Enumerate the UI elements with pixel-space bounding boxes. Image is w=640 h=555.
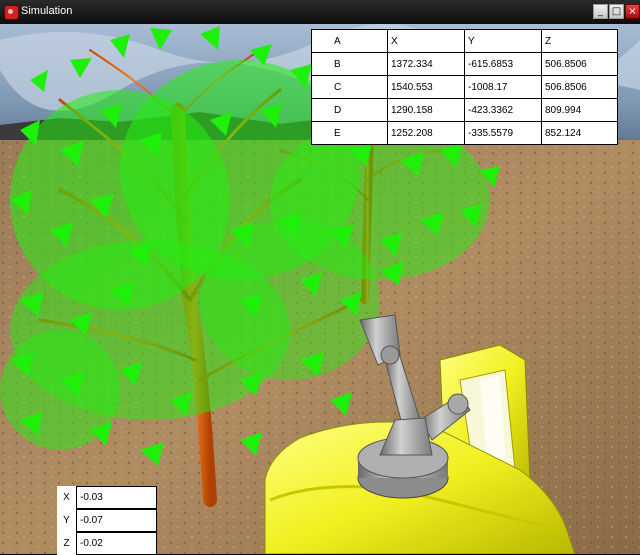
table-cell: -423.3362 (464, 98, 542, 122)
table-row: E 1252.208 -335.5579 852.124 (311, 121, 618, 145)
table-cell: 809.994 (541, 98, 618, 122)
table-row: B 1372.334 -615.6853 506.8506 (311, 52, 618, 76)
table-cell: 1252.208 (387, 121, 465, 145)
table-header-cell: Z (541, 29, 618, 53)
table-cell: 1372.334 (387, 52, 465, 76)
table-cell: 1290.158 (387, 98, 465, 122)
rotation-panel: X -0.03 Y -0.07 Z -0.02 (57, 486, 157, 555)
table-cell: 506.8506 (541, 75, 618, 99)
rotation-row-x: X -0.03 (57, 486, 157, 509)
table-cell: -615.6853 (464, 52, 542, 76)
table-cell: 852.124 (541, 121, 618, 145)
rotation-row-y: Y -0.07 (57, 509, 157, 532)
maximize-button[interactable]: □ (609, 4, 624, 19)
table-cell: E (311, 121, 388, 145)
table-cell: -335.5579 (464, 121, 542, 145)
app-icon (4, 5, 19, 20)
coordinates-table: A X Y Z B 1372.334 -615.6853 506.8506 C 1540.553-… (311, 29, 618, 145)
window-title: Simulation (21, 5, 73, 17)
table-cell: B (311, 52, 388, 76)
table-header-cell: Y (464, 29, 542, 53)
table-header-cell: A (311, 29, 388, 53)
table-header-cell: X (387, 29, 465, 53)
table-cell: C (311, 75, 388, 99)
table-row: C 1540.553 -1008.17 506.8506 (311, 75, 618, 99)
rotation-row-z: Z -0.02 (57, 532, 157, 555)
table-row: D 1290.158 -423.3362 809.994 (311, 98, 618, 122)
table-header-row: AXYZ (311, 29, 618, 53)
rotation-value-x[interactable]: -0.03 (76, 486, 157, 509)
rotation-label-z: Z (57, 532, 76, 555)
minimize-button[interactable]: _ (593, 4, 608, 19)
rotation-label-x: X (57, 486, 76, 509)
table-cell: D (311, 98, 388, 122)
title-bar[interactable]: Simulation _ □ × (0, 0, 640, 25)
table-cell: 1540.553 (387, 75, 465, 99)
table-cell: -1008.17 (464, 75, 542, 99)
rotation-value-y[interactable]: -0.07 (76, 509, 157, 532)
rotation-value-z[interactable]: -0.02 (76, 532, 157, 555)
simulation-window: Simulation _ □ × A X Y Z B 1372.334 -615… (0, 0, 640, 555)
table-cell: 506.8506 (541, 52, 618, 76)
close-button[interactable]: × (625, 4, 640, 19)
rotation-label-y: Y (57, 509, 76, 532)
